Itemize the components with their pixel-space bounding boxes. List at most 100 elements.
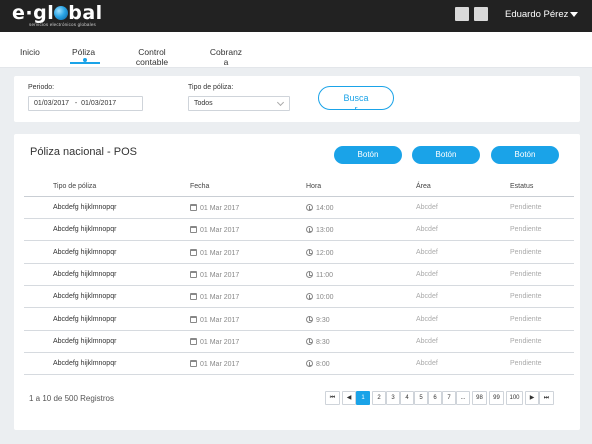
- nav-item-cobranza[interactable]: Cobranz a: [208, 47, 244, 67]
- policy-type-value: Todos: [194, 100, 213, 107]
- table-row[interactable]: Abcdefg hijklmnopqr 01 Mar 2017 8:00 Abcdef…: [24, 353, 574, 376]
- cell-time: 14:00: [306, 204, 334, 212]
- cell-type: Abcdefg hijklmnopqr: [53, 248, 117, 256]
- page-ellipsis: ...: [456, 391, 470, 405]
- cell-date: 01 Mar 2017: [190, 226, 239, 234]
- action-button-2[interactable]: Botón: [412, 146, 480, 164]
- date-value: 01 Mar 2017: [200, 316, 240, 324]
- cell-area: Abcdef: [416, 204, 438, 211]
- calendar-icon: [190, 293, 197, 301]
- action-button-3[interactable]: Botón: [491, 146, 559, 164]
- page-button[interactable]: 4: [400, 391, 414, 405]
- action-button-1[interactable]: Botón: [334, 146, 402, 164]
- column-header-type[interactable]: Tipo de póliza: [53, 183, 96, 190]
- table-row[interactable]: Abcdefg hijklmnopqr 01 Mar 2017 10:00 Abcde…: [24, 286, 574, 309]
- page-button[interactable]: 3: [386, 391, 400, 405]
- cell-area: Abcdef: [416, 270, 438, 278]
- cell-area: Abcdef: [416, 360, 438, 368]
- top-bar: e·gl bal servicios electrónicos globales …: [0, 0, 592, 32]
- cell-type: Abcdefg hijklmnopqr: [53, 315, 117, 323]
- table-row[interactable]: Abcdefg hijklmnopqr 01 Mar 2017 12:00 Abcde…: [24, 242, 574, 264]
- first-page-icon[interactable]: ⏮: [325, 391, 340, 405]
- column-header-area[interactable]: Área: [416, 183, 431, 190]
- period-label: Periodo:: [28, 84, 55, 91]
- cell-status: Pendiente: [510, 315, 542, 323]
- cell-date: 01 Mar 2017: [190, 337, 240, 346]
- clock-icon: [306, 248, 313, 256]
- time-value: 12:00: [316, 249, 334, 257]
- app-tile-icon[interactable]: [455, 7, 469, 21]
- nav-item-inicio[interactable]: Inicio: [20, 47, 40, 57]
- date-value: 01 Mar 2017: [200, 227, 240, 235]
- cell-date: 01 Mar 2017: [190, 248, 240, 257]
- cell-area: Abcdef: [416, 226, 438, 234]
- table-row[interactable]: Abcdefg hijklmnopqr 01 Mar 2017 14:00 Abcde…: [24, 197, 574, 219]
- prev-page-icon[interactable]: ◀: [342, 391, 356, 405]
- period-date-range-input[interactable]: 01/03/2017 - 01/03/2017: [28, 96, 143, 111]
- column-header-time[interactable]: Hora: [306, 183, 321, 190]
- cell-date: 01 Mar 2017: [190, 204, 239, 212]
- policy-type-select[interactable]: Todos: [188, 96, 290, 111]
- date-value: 01 Mar 2017: [200, 205, 240, 212]
- cell-status: Pendiente: [510, 248, 542, 256]
- calendar-icon: [190, 315, 197, 323]
- time-value: 10:00: [316, 294, 334, 302]
- cell-area: Abcdef: [416, 248, 438, 256]
- cell-status: Pendiente: [510, 226, 542, 234]
- cell-time: 11:00: [306, 270, 333, 279]
- page-button[interactable]: 99: [489, 391, 504, 405]
- next-page-icon[interactable]: ▶: [525, 391, 539, 405]
- cell-area: Abcdef: [416, 293, 438, 301]
- cell-type: Abcdefg hijklmnopqr: [53, 337, 117, 345]
- cell-status: Pendiente: [510, 293, 542, 301]
- cell-status: Pendiente: [510, 270, 542, 278]
- time-value: 8:30: [316, 338, 330, 346]
- table-row[interactable]: Abcdefg hijklmnopqr 01 Mar 2017 9:30 Abcdef…: [24, 309, 574, 331]
- cell-date: 01 Mar 2017: [190, 315, 240, 324]
- cell-time: 12:00: [306, 248, 334, 257]
- page-button[interactable]: 2: [372, 391, 386, 405]
- clock-icon: [306, 204, 313, 211]
- cell-time: 9:30: [306, 315, 330, 324]
- column-header-status[interactable]: Estatus: [510, 183, 533, 190]
- table-row[interactable]: Abcdefg hijklmnopqr 01 Mar 2017 13:00 Abcde…: [24, 219, 574, 242]
- clock-icon: [306, 360, 313, 368]
- active-tab-indicator: [70, 62, 100, 64]
- time-value: 8:00: [316, 361, 330, 369]
- page-button[interactable]: 5: [414, 391, 428, 405]
- cell-area: Abcdef: [416, 337, 438, 345]
- calendar-icon: [190, 337, 197, 345]
- cell-date: 01 Mar 2017: [190, 270, 239, 279]
- cell-date: 01 Mar 2017: [190, 293, 239, 301]
- user-name[interactable]: Eduardo Pérez: [505, 9, 568, 20]
- last-page-icon[interactable]: ⏭: [539, 391, 554, 405]
- date-value: 01 Mar 2017: [200, 361, 240, 369]
- chevron-down-icon[interactable]: [570, 12, 578, 17]
- brand-logo[interactable]: e·gl bal: [12, 2, 103, 24]
- search-button[interactable]: Busca r: [318, 86, 394, 110]
- clock-icon: [306, 337, 313, 345]
- date-value: 01 Mar 2017: [200, 338, 240, 346]
- cell-time: 8:30: [306, 337, 330, 346]
- page-button[interactable]: 100: [506, 391, 523, 405]
- page-button[interactable]: 1: [356, 391, 370, 405]
- records-count: 1 a 10 de 500 Registros: [29, 394, 114, 403]
- cell-type: Abcdefg hijklmnopqr: [53, 226, 117, 234]
- nav-item-poliza[interactable]: Póliza: [72, 47, 95, 57]
- date-value: 01 Mar 2017: [200, 249, 240, 257]
- page-button[interactable]: 6: [428, 391, 442, 405]
- app-tile-icon[interactable]: [474, 7, 488, 21]
- page-button[interactable]: 98: [472, 391, 487, 405]
- cell-type: Abcdefg hijklmnopqr: [53, 360, 117, 368]
- table-row[interactable]: Abcdefg hijklmnopqr 01 Mar 2017 8:30 Abcdef…: [24, 331, 574, 353]
- policy-table-card: Póliza nacional - POS Botón Botón Botón …: [14, 134, 580, 430]
- cell-date: 01 Mar 2017: [190, 360, 239, 368]
- column-header-date[interactable]: Fecha: [190, 183, 209, 190]
- page-button[interactable]: 7: [442, 391, 456, 405]
- cell-type: Abcdefg hijklmnopqr: [53, 270, 117, 278]
- main-nav: Inicio Póliza Control contable Cobranz a: [0, 32, 592, 68]
- table-row[interactable]: Abcdefg hijklmnopqr 01 Mar 2017 11:00 Abcde…: [24, 264, 574, 286]
- nav-item-control-contable[interactable]: Control contable: [130, 47, 174, 67]
- filters-panel: Periodo: 01/03/2017 - 01/03/2017 Tipo de…: [14, 76, 580, 122]
- cell-area: Abcdef: [416, 315, 438, 323]
